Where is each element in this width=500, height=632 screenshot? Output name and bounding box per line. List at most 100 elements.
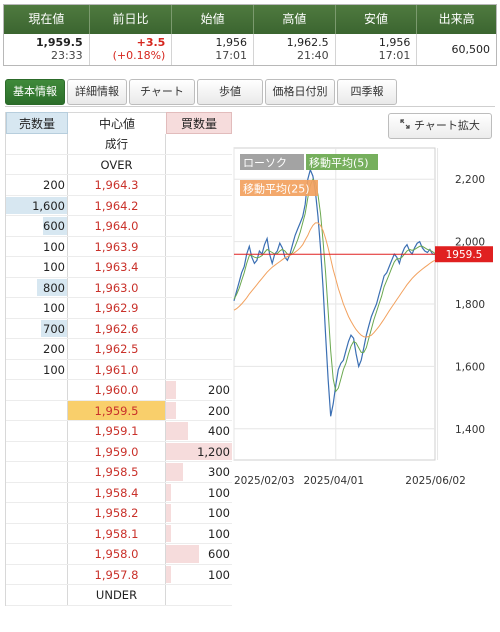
info-tabs: 基本情報 詳細情報 チャート 歩値 価格日付別 四季報 bbox=[5, 79, 399, 105]
order-book-row: 1,960.0 200 bbox=[6, 380, 232, 401]
order-book-row: 100 1,963.4 bbox=[6, 257, 232, 278]
low-cell: 1,956 17:01 bbox=[336, 34, 418, 65]
price-cell[interactable]: 1,962.5 bbox=[68, 339, 166, 359]
sell-qty-cell bbox=[6, 482, 68, 502]
current-price-time: 23:33 bbox=[50, 49, 83, 62]
order-book-row: 1,959.1 400 bbox=[6, 421, 232, 442]
price-cell[interactable]: 1,964.3 bbox=[68, 175, 166, 195]
sell-qty-cell bbox=[6, 421, 68, 441]
change-percent: (+0.18%) bbox=[112, 49, 166, 62]
header-open: 始値 bbox=[172, 5, 254, 34]
price-cell[interactable]: 1,961.0 bbox=[68, 359, 166, 379]
order-book-row: 1,958.2 100 bbox=[6, 503, 232, 524]
price-cell[interactable]: 1,963.9 bbox=[68, 236, 166, 256]
order-book-row: 100 1,963.9 bbox=[6, 236, 232, 257]
price-cell[interactable]: 1,962.6 bbox=[68, 318, 166, 338]
buy-qty-cell bbox=[166, 360, 232, 380]
order-book-row: 600 1,964.0 bbox=[6, 216, 232, 237]
sell-qty-cell: 100 bbox=[6, 298, 68, 318]
sell-qty-header: 売数量 bbox=[6, 112, 68, 134]
buy-qty-cell: 1,200 bbox=[166, 442, 232, 462]
price-chart-panel: 2,200 2,000 1,800 1,600 1,400 2025/02/03 2025/… bbox=[232, 144, 495, 496]
price-chart: 2,2002,0001,8001,6001,4002025/02/03 2025/… bbox=[233, 147, 493, 487]
order-book-row: 1,958.5 300 bbox=[6, 462, 232, 483]
order-book-row: 100 1,961.0 bbox=[6, 359, 232, 380]
tab-divider bbox=[5, 106, 495, 107]
buy-depth-bar bbox=[166, 545, 199, 563]
order-book: 売数量 中心値 買数量 成行 OVER 200 1,964.3 1,600 1,964.2… bbox=[5, 112, 232, 606]
price-cell[interactable]: 1,959.5 bbox=[68, 400, 166, 420]
y-tick-label: 1,600 bbox=[455, 361, 485, 373]
sell-qty-cell: 800 bbox=[6, 277, 68, 297]
sell-qty-text: 100 bbox=[43, 362, 65, 377]
order-book-row: 1,958.4 100 bbox=[6, 482, 232, 503]
price-cell[interactable]: 1,964.0 bbox=[68, 216, 166, 236]
tab-chart[interactable]: チャート bbox=[129, 79, 195, 105]
price-cell[interactable]: 1,958.4 bbox=[68, 482, 166, 502]
price-cell[interactable]: 1,957.8 bbox=[68, 564, 166, 584]
buy-qty-header: 買数量 bbox=[166, 112, 232, 134]
buy-qty-cell bbox=[166, 237, 232, 257]
price-cell[interactable]: 1,962.9 bbox=[68, 298, 166, 318]
buy-qty-cell: 100 bbox=[166, 565, 232, 585]
header-volume: 出来高 bbox=[438, 12, 475, 26]
order-book-row: 200 1,962.5 bbox=[6, 339, 232, 360]
open-price-value: 1,956 bbox=[215, 36, 248, 49]
buy-qty-cell bbox=[166, 257, 232, 277]
price-cell[interactable]: 1,959.1 bbox=[68, 421, 166, 441]
sell-qty-text: 200 bbox=[43, 178, 65, 192]
price-cell[interactable]: 1,960.0 bbox=[68, 380, 166, 400]
legend-label: ローソク bbox=[243, 157, 287, 170]
buy-qty-cell: 400 bbox=[166, 421, 232, 441]
price-cell[interactable]: 1,963.4 bbox=[68, 257, 166, 277]
legend-label: 移動平均(5) bbox=[309, 156, 369, 170]
buy-qty-cell bbox=[166, 298, 232, 318]
sell-qty-cell: 1,600 bbox=[6, 195, 68, 215]
price-cell[interactable]: 1,964.2 bbox=[68, 195, 166, 215]
current-price-badge-label: 1959.5 bbox=[446, 249, 483, 261]
sell-qty-text: 100 bbox=[43, 301, 65, 315]
book-label-cell[interactable]: 成行 bbox=[68, 134, 166, 154]
sell-qty-cell: 100 bbox=[6, 236, 68, 256]
current-price-value: 1,959.5 bbox=[36, 36, 83, 49]
order-book-row: 200 1,964.3 bbox=[6, 175, 232, 196]
high-price-time: 21:40 bbox=[296, 49, 329, 62]
buy-qty-text: 1,200 bbox=[197, 444, 230, 459]
tab-basic-info[interactable]: 基本情報 bbox=[5, 79, 65, 105]
sell-qty-cell: 100 bbox=[6, 359, 68, 379]
price-cell[interactable]: 1,963.0 bbox=[68, 277, 166, 297]
tab-detail-info[interactable]: 詳細情報 bbox=[67, 79, 127, 105]
quote-value-row: 1,959.5 23:33 +3.5 (+0.18%) 1,956 17:01 … bbox=[4, 34, 496, 65]
sell-qty-text: 100 bbox=[43, 260, 65, 274]
buy-qty-cell: 100 bbox=[166, 524, 232, 544]
sell-qty-cell bbox=[6, 462, 68, 482]
buy-qty-cell bbox=[166, 339, 232, 359]
price-cell[interactable]: 1,958.0 bbox=[68, 544, 166, 564]
book-label-cell[interactable]: OVER bbox=[68, 154, 166, 174]
sell-qty-cell: 700 bbox=[6, 318, 68, 338]
buy-qty-text: 200 bbox=[208, 403, 230, 418]
sell-qty-cell: 100 bbox=[6, 257, 68, 277]
x-tick-label: 2025/02/03 bbox=[234, 475, 295, 487]
tab-price-by-date[interactable]: 価格日付別 bbox=[265, 79, 335, 105]
buy-depth-bar bbox=[166, 401, 176, 419]
tab-tick-history[interactable]: 歩値 bbox=[197, 79, 263, 105]
x-tick-label: 2025/04/01 bbox=[304, 475, 365, 487]
chart-expand-button[interactable]: チャート拡大 bbox=[388, 113, 492, 139]
order-book-row: 800 1,963.0 bbox=[6, 277, 232, 298]
order-book-row: 1,600 1,964.2 bbox=[6, 195, 232, 216]
price-cell[interactable]: 1,958.1 bbox=[68, 523, 166, 543]
price-cell[interactable]: 1,958.5 bbox=[68, 462, 166, 482]
tab-shikiho[interactable]: 四季報 bbox=[337, 79, 397, 105]
book-label-cell[interactable]: UNDER bbox=[68, 585, 166, 605]
chart-expand-label: チャート拡大 bbox=[414, 119, 480, 132]
sell-qty-text: 100 bbox=[43, 239, 65, 254]
buy-qty-cell: 600 bbox=[166, 544, 232, 564]
price-cell[interactable]: 1,959.0 bbox=[68, 441, 166, 461]
quote-summary-table: 現在値 前日比 始値 高値 安値 出来高 1,959.5 23:33 +3.5 … bbox=[3, 4, 497, 66]
current-price-cell: 1,959.5 23:33 bbox=[4, 34, 90, 65]
open-cell: 1,956 17:01 bbox=[172, 34, 254, 65]
header-high: 高値 bbox=[254, 5, 336, 34]
price-cell[interactable]: 1,958.2 bbox=[68, 503, 166, 523]
buy-qty-text: 100 bbox=[208, 567, 230, 582]
